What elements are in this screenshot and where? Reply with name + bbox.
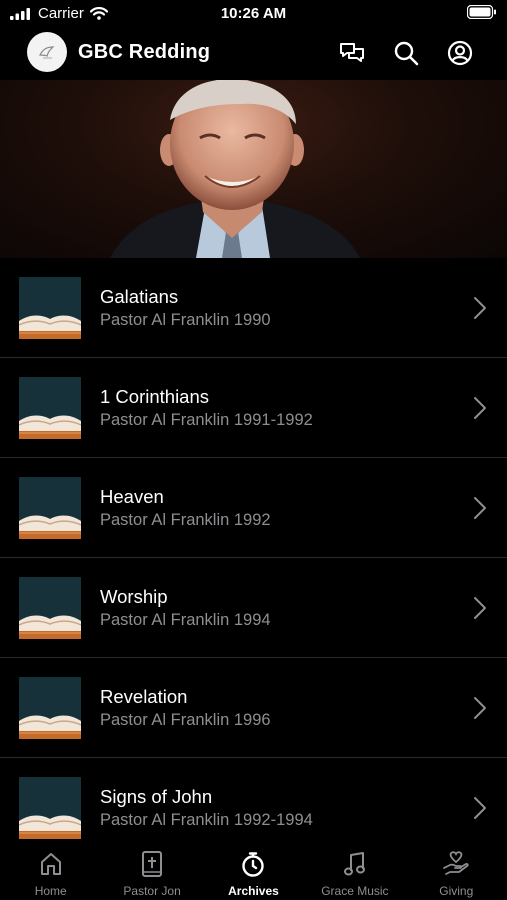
hero-image [0, 80, 507, 258]
tab-home[interactable]: Home [0, 840, 101, 900]
tab-label: Home [34, 884, 67, 898]
open-bible-image [19, 477, 81, 539]
sermon-title: Heaven [100, 486, 164, 507]
status-bar: Carrier 10:26 AM [0, 0, 507, 28]
chevron-right-icon [474, 497, 486, 519]
stopwatch-icon [242, 852, 265, 877]
sermon-title: Worship [100, 586, 168, 607]
tab-pastor-jon[interactable]: Pastor Jon [101, 840, 202, 900]
list-item[interactable]: Galatians Pastor Al Franklin 1990 [0, 258, 507, 358]
chevron-right-icon [474, 397, 486, 419]
tab-bar: Home Pastor Jon Archives Grace Music Giv… [0, 840, 507, 900]
home-icon [40, 853, 61, 875]
chevron-right-icon [474, 297, 486, 319]
chevron-right-icon [474, 697, 486, 719]
sermon-title: Revelation [100, 686, 188, 707]
list-item[interactable]: Revelation Pastor Al Franklin 1996 [0, 658, 507, 758]
sermon-list: Galatians Pastor Al Franklin 1990 1 Cori… [0, 258, 507, 858]
sermon-thumbnail [19, 777, 81, 839]
tab-label: Archives [228, 884, 279, 898]
list-item[interactable]: Worship Pastor Al Franklin 1994 [0, 558, 507, 658]
chevron-right-icon [474, 797, 486, 819]
chat-bubbles-icon [340, 43, 364, 62]
sermon-subtitle: Pastor Al Franklin 1991-1992 [100, 411, 313, 429]
tab-label: Grace Music [321, 884, 389, 898]
status-right [466, 4, 497, 24]
sermon-subtitle: Pastor Al Franklin 1992-1994 [100, 811, 313, 829]
profile-button[interactable] [445, 38, 475, 68]
sermon-title: Galatians [100, 286, 179, 307]
tab-giving[interactable]: Giving [406, 840, 507, 900]
open-bible-image [19, 677, 81, 739]
pastor-portrait [110, 80, 360, 258]
tab-archives[interactable]: Archives [203, 840, 304, 900]
bible-icon [142, 851, 163, 877]
sermon-thumbnail [19, 477, 81, 539]
sermon-subtitle: Pastor Al Franklin 1996 [100, 711, 271, 729]
music-note-icon [343, 852, 365, 876]
tab-label: Pastor Jon [123, 884, 181, 898]
chat-button[interactable] [337, 38, 367, 68]
app-header: GBC Redding [0, 28, 507, 78]
user-circle-icon [447, 40, 473, 66]
tab-grace-music[interactable]: Grace Music [304, 840, 405, 900]
open-bible-image [19, 777, 81, 839]
church-logo[interactable] [27, 32, 67, 72]
battery-icon [466, 4, 496, 20]
sermon-thumbnail [19, 377, 81, 439]
sermon-subtitle: Pastor Al Franklin 1994 [100, 611, 271, 629]
search-icon [394, 41, 419, 66]
status-time: 10:26 AM [220, 5, 287, 22]
tab-label: Giving [439, 884, 474, 898]
sermon-title: 1 Corinthians [100, 386, 210, 407]
open-bible-image [19, 377, 81, 439]
list-item[interactable]: 1 Corinthians Pastor Al Franklin 1991-19… [0, 358, 507, 458]
chevron-right-icon [474, 597, 486, 619]
sermon-thumbnail [19, 577, 81, 639]
giving-hand-icon [443, 851, 469, 875]
open-bible-image [19, 577, 81, 639]
sermon-subtitle: Pastor Al Franklin 1992 [100, 511, 271, 529]
sermon-title: Signs of John [100, 786, 213, 807]
sermon-thumbnail [19, 677, 81, 739]
sermon-thumbnail [19, 277, 81, 339]
dove-logo-icon [39, 46, 55, 59]
app-title: GBC Redding [78, 41, 211, 63]
sermon-subtitle: Pastor Al Franklin 1990 [100, 311, 271, 329]
open-bible-image [19, 277, 81, 339]
search-button[interactable] [391, 38, 421, 68]
list-item[interactable]: Heaven Pastor Al Franklin 1992 [0, 458, 507, 558]
